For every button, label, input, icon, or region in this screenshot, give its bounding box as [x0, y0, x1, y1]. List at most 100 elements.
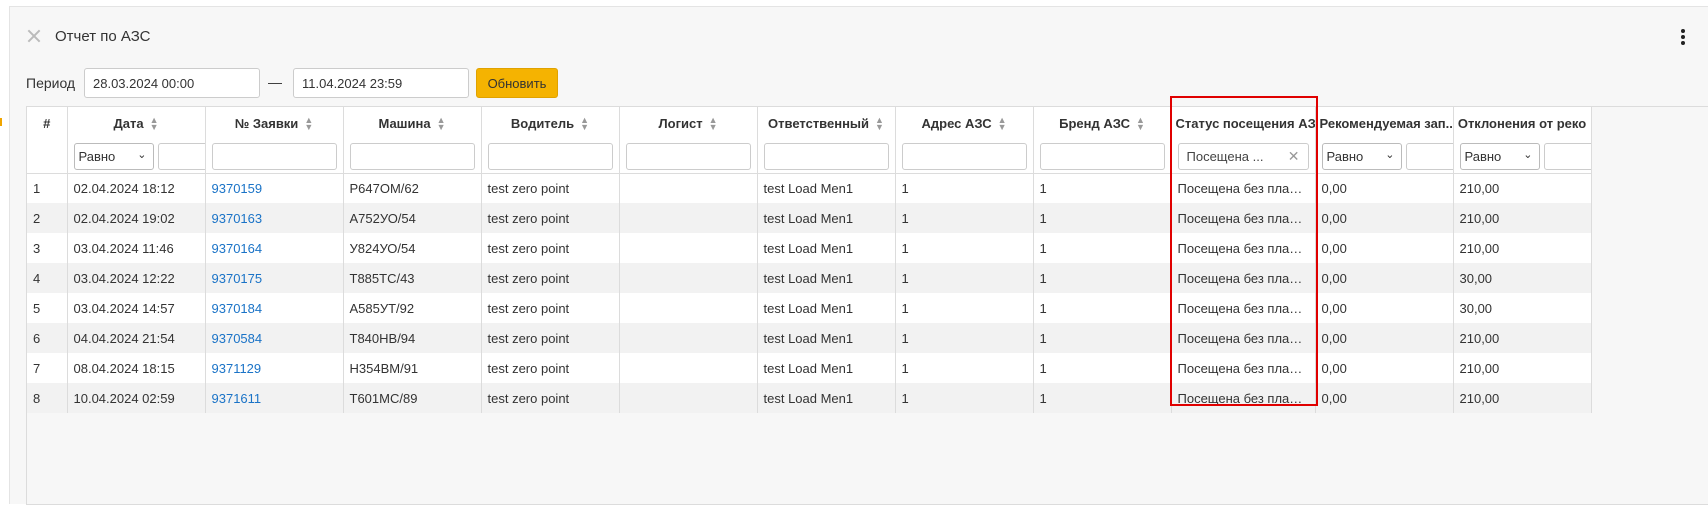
- filter-cell-address: [895, 140, 1034, 174]
- filter-cell-recommended: Равно ⌄: [1315, 140, 1454, 174]
- order-link[interactable]: 9370159: [205, 173, 344, 203]
- cell-date: 02.04.2024 19:02: [67, 203, 206, 233]
- cell-car: Р647ОМ/62: [343, 173, 482, 203]
- more-options-icon[interactable]: [1678, 27, 1688, 47]
- cell-address: 1: [895, 203, 1034, 233]
- order-link[interactable]: 9370584: [205, 323, 344, 353]
- sort-icon[interactable]: ▲ ▼: [437, 116, 446, 132]
- filter-input-car[interactable]: [349, 142, 475, 170]
- column-header-label: Логист: [658, 115, 703, 131]
- cell-date: 04.04.2024 21:54: [67, 323, 206, 353]
- column-header-label: Ответственный: [768, 115, 870, 131]
- chevron-down-icon: ⌄: [137, 148, 147, 161]
- cell-responsible: test Load Men1: [757, 383, 896, 413]
- filter-cell-responsible: [757, 140, 896, 174]
- filter-input-brand[interactable]: [1039, 142, 1165, 170]
- cell-car: У824УО/54: [343, 233, 482, 263]
- filter-value-input-deviation[interactable]: [1543, 142, 1590, 170]
- table-row[interactable]: 7 08.04.2024 18:15 9371129 Н354ВМ/91 test ze…: [27, 353, 1592, 383]
- cell-responsible: test Load Men1: [757, 293, 896, 323]
- cell-logist: [619, 263, 758, 293]
- sort-icon[interactable]: ▲ ▼: [150, 116, 159, 132]
- column-header-logist[interactable]: Логист ▲ ▼: [619, 107, 758, 140]
- order-link[interactable]: 9370175: [205, 263, 344, 293]
- cell-responsible: test Load Men1: [757, 233, 896, 263]
- cell-address: 1: [895, 233, 1034, 263]
- order-link[interactable]: 9371129: [205, 353, 344, 383]
- cell-logist: [619, 353, 758, 383]
- cell-recommended: 0,00: [1315, 293, 1454, 323]
- column-header-brand[interactable]: Бренд АЗС ▲ ▼: [1033, 107, 1172, 140]
- cell-num: 2: [27, 203, 68, 233]
- period-to-input[interactable]: [293, 68, 469, 98]
- cell-recommended: 0,00: [1315, 353, 1454, 383]
- table-row[interactable]: 1 02.04.2024 18:12 9370159 Р647ОМ/62 test ze…: [27, 173, 1592, 203]
- table-row[interactable]: 4 03.04.2024 12:22 9370175 Т885ТС/43 test ze…: [27, 263, 1592, 293]
- filter-input-order[interactable]: [211, 142, 337, 170]
- cell-car: Н354ВМ/91: [343, 353, 482, 383]
- filter-value-input-date[interactable]: [157, 142, 204, 170]
- order-link[interactable]: 9370164: [205, 233, 344, 263]
- refresh-button[interactable]: Обновить: [476, 68, 558, 98]
- column-header-order[interactable]: № Заявки ▲ ▼: [205, 107, 344, 140]
- cell-logist: [619, 173, 758, 203]
- filter-row: Равно ⌄ Посещена ... ✕ Равно ⌄ Равно ⌄: [27, 140, 1592, 174]
- table-row[interactable]: 6 04.04.2024 21:54 9370584 Т840НВ/94 test ze…: [27, 323, 1592, 353]
- column-header-car[interactable]: Машина ▲ ▼: [343, 107, 482, 140]
- filter-operator-select-date[interactable]: Равно ⌄: [73, 142, 154, 170]
- cell-driver: test zero point: [481, 233, 620, 263]
- sort-icon[interactable]: ▲ ▼: [875, 116, 884, 132]
- status-filter-select[interactable]: Посещена ... ✕: [1177, 142, 1309, 170]
- sort-icon[interactable]: ▲ ▼: [709, 116, 718, 132]
- sort-icon[interactable]: ▲ ▼: [580, 116, 589, 132]
- sort-icon[interactable]: ▲ ▼: [304, 116, 313, 132]
- cell-car: А752УО/54: [343, 203, 482, 233]
- order-link[interactable]: 9370163: [205, 203, 344, 233]
- table-row[interactable]: 8 10.04.2024 02:59 9371611 Т601МС/89 test ze…: [27, 383, 1592, 413]
- filter-cell-status: Посещена ... ✕: [1171, 140, 1316, 174]
- cell-driver: test zero point: [481, 323, 620, 353]
- filter-input-responsible[interactable]: [763, 142, 889, 170]
- cell-num: 7: [27, 353, 68, 383]
- table-row[interactable]: 3 03.04.2024 11:46 9370164 У824УО/54 test ze…: [27, 233, 1592, 263]
- filter-operator-select-deviation[interactable]: Равно ⌄: [1459, 142, 1540, 170]
- column-header-driver[interactable]: Водитель ▲ ▼: [481, 107, 620, 140]
- filter-value-input-recommended[interactable]: [1405, 142, 1452, 170]
- cell-deviation: 210,00: [1453, 383, 1592, 413]
- filter-input-address[interactable]: [901, 142, 1027, 170]
- column-header-label: Рекомендуемая зап...: [1319, 116, 1453, 131]
- filter-cell-car: [343, 140, 482, 174]
- column-header-date[interactable]: Дата ▲ ▼: [67, 107, 206, 140]
- column-header-label: № Заявки: [234, 115, 299, 131]
- period-from-input[interactable]: [84, 68, 260, 98]
- filter-cell-date: Равно ⌄: [67, 140, 206, 174]
- column-header-responsible[interactable]: Ответственный ▲ ▼: [757, 107, 896, 140]
- period-label: Период: [26, 75, 76, 91]
- filter-operator-select-recommended[interactable]: Равно ⌄: [1321, 142, 1402, 170]
- cell-date: 03.04.2024 14:57: [67, 293, 206, 323]
- order-link[interactable]: 9371611: [205, 383, 344, 413]
- cell-recommended: 0,00: [1315, 203, 1454, 233]
- filter-input-driver[interactable]: [487, 142, 613, 170]
- filter-input-logist[interactable]: [625, 142, 751, 170]
- filter-operator-value: Равно: [1326, 148, 1364, 164]
- table-row[interactable]: 2 02.04.2024 19:02 9370163 А752УО/54 test ze…: [27, 203, 1592, 233]
- cell-num: 8: [27, 383, 68, 413]
- filter-operator-value: Равно: [1464, 148, 1502, 164]
- column-header-label: Машина: [378, 115, 431, 131]
- sort-icon[interactable]: ▲ ▼: [1136, 116, 1145, 132]
- cell-driver: test zero point: [481, 353, 620, 383]
- cell-status: Посещена без плани...: [1171, 173, 1316, 203]
- cell-car: Т885ТС/43: [343, 263, 482, 293]
- cell-logist: [619, 383, 758, 413]
- header-row: # Дата ▲ ▼ № Заявки ▲ ▼ Машина ▲ ▼ Водитель ▲ ▼ Логис…: [27, 107, 1592, 140]
- column-header-address[interactable]: Адрес АЗС ▲ ▼: [895, 107, 1034, 140]
- close-icon[interactable]: [25, 27, 43, 45]
- cell-status: Посещена без плани...: [1171, 293, 1316, 323]
- clear-icon[interactable]: ✕: [1288, 148, 1300, 165]
- cell-date: 03.04.2024 12:22: [67, 263, 206, 293]
- sort-icon[interactable]: ▲ ▼: [998, 116, 1007, 132]
- order-link[interactable]: 9370184: [205, 293, 344, 323]
- table-row[interactable]: 5 03.04.2024 14:57 9370184 А585УТ/92 test ze…: [27, 293, 1592, 323]
- cell-recommended: 0,00: [1315, 323, 1454, 353]
